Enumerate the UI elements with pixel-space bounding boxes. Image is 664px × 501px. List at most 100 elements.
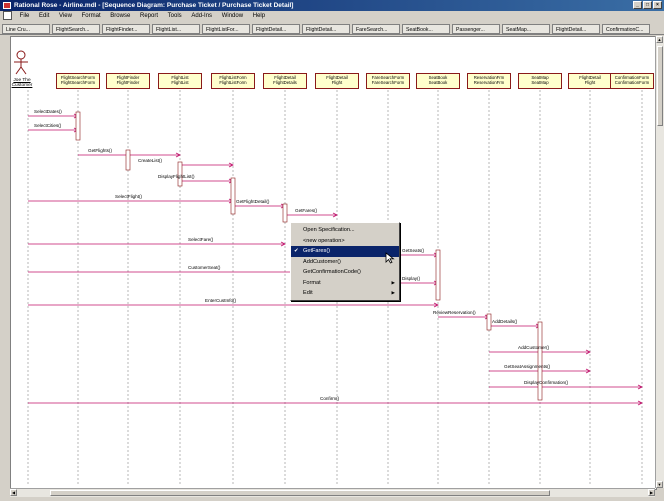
message-label[interactable]: ReviewReservation() xyxy=(433,310,476,315)
message-label[interactable]: GetFlightDetail() xyxy=(236,199,269,204)
object-box[interactable]: SeatBook SeatBook xyxy=(416,73,460,89)
diagram-tab[interactable]: FlightDetail... xyxy=(302,24,350,34)
diagram-tab[interactable]: Line Cru... xyxy=(2,24,50,34)
menu-help[interactable]: Help xyxy=(249,11,269,22)
object-type: SeatMap xyxy=(531,80,549,85)
diagram-tab[interactable]: SeatBook... xyxy=(402,24,450,34)
menu-item-format[interactable]: Format ▶ xyxy=(291,278,399,289)
message-label[interactable]: AddCustomer() xyxy=(518,345,549,350)
object-type: FlightSearchForm xyxy=(60,80,96,85)
horizontal-scroll-thumb[interactable] xyxy=(50,490,550,496)
close-button[interactable]: × xyxy=(653,1,662,9)
message-label[interactable]: SelectDates() xyxy=(34,109,62,114)
object-box[interactable]: FlightSearchForm FlightSearchForm xyxy=(56,73,100,89)
menu-report[interactable]: Report xyxy=(136,11,162,22)
object-type: FlightList xyxy=(171,80,189,85)
diagram-tab[interactable]: FlightListFor... xyxy=(202,24,250,34)
object-type: FlightFinder xyxy=(116,80,140,85)
menu-bar: File Edit View Format Browse Report Tool… xyxy=(0,11,664,22)
object-type: ConfirmationForm xyxy=(614,80,650,85)
diagram-tab[interactable]: FlightDetail... xyxy=(252,24,300,34)
message-label[interactable]: DisplayFlightList() xyxy=(158,174,195,179)
message-label[interactable]: DisplayConfirmation() xyxy=(524,380,568,385)
menu-item-getconfirmationcode[interactable]: GetConfirmationCode() xyxy=(291,267,399,278)
message-label[interactable]: SelectFlight() xyxy=(115,194,142,199)
scroll-left-arrow-icon[interactable]: ◀ xyxy=(10,489,17,496)
document-icon[interactable] xyxy=(3,11,12,20)
object-type: SeatBook xyxy=(428,80,448,85)
object-type: ReservationFrm xyxy=(473,80,505,85)
maximize-button[interactable]: □ xyxy=(643,1,652,9)
diagram-tab[interactable]: SeatMap... xyxy=(502,24,550,34)
message-label[interactable]: Display() xyxy=(402,276,420,281)
menu-item-new-operation[interactable]: <new operation> xyxy=(291,236,399,247)
vertical-scrollbar[interactable]: ▲ ▼ xyxy=(655,36,664,488)
message-label[interactable]: GetSeatAssignments() xyxy=(504,364,550,369)
minimize-button[interactable]: _ xyxy=(633,1,642,9)
message-label[interactable]: CustomerSeat() xyxy=(188,265,220,270)
message-label[interactable]: AddDetails() xyxy=(492,319,517,324)
message-label[interactable]: GetSeats() xyxy=(402,248,424,253)
menu-format[interactable]: Format xyxy=(78,11,105,22)
actor-icon[interactable] xyxy=(10,50,32,76)
scroll-down-arrow-icon[interactable]: ▼ xyxy=(656,481,663,488)
menu-item-label: AddCustomer() xyxy=(303,258,341,265)
object-type: Flight xyxy=(331,80,343,85)
menu-item-edit[interactable]: Edit ▶ xyxy=(291,288,399,299)
diagram-tab[interactable]: FlightSearch... xyxy=(52,24,100,34)
menu-add-ins[interactable]: Add-Ins xyxy=(187,11,216,22)
menu-window[interactable]: Window xyxy=(218,11,247,22)
object-box[interactable]: ConfirmationForm ConfirmationForm xyxy=(610,73,654,89)
menu-view[interactable]: View xyxy=(55,11,76,22)
message-label[interactable]: CreateList() xyxy=(138,158,162,163)
diagram-tab[interactable]: FareSearch... xyxy=(352,24,400,34)
object-box[interactable]: FareSearchForm FareSearchForm xyxy=(366,73,410,89)
scroll-right-arrow-icon[interactable]: ▶ xyxy=(648,489,655,496)
vertical-scroll-thumb[interactable] xyxy=(657,46,663,126)
object-box[interactable]: ReservationFrm ReservationFrm xyxy=(467,73,511,89)
context-menu: Open Specification... <new operation> ✔ … xyxy=(290,222,400,301)
object-type: FlightListForm xyxy=(219,80,247,85)
menu-item-label: GetFares() xyxy=(303,248,331,254)
menu-item-label: Open Specification... xyxy=(303,227,355,233)
diagram-tab[interactable]: FlightFinder... xyxy=(102,24,150,34)
check-mark-icon: ✔ xyxy=(294,248,299,254)
object-box[interactable]: FlightFinder FlightFinder xyxy=(106,73,150,89)
mouse-cursor-icon xyxy=(385,252,395,264)
message-label[interactable]: SelectCities() xyxy=(34,123,61,128)
message-label[interactable]: SelectFare() xyxy=(188,237,213,242)
menu-item-getfares[interactable]: ✔ GetFares() xyxy=(291,246,399,257)
object-box[interactable]: SeatMap SeatMap xyxy=(518,73,562,89)
object-type: Flight xyxy=(584,80,596,85)
diagram-tab[interactable]: ConfirmationC... xyxy=(602,24,650,34)
object-box[interactable]: FlightDetail FlightDetails xyxy=(263,73,307,89)
message-label[interactable]: Confirm() xyxy=(320,396,339,401)
object-box[interactable]: FlightListForm FlightListForm xyxy=(211,73,255,89)
object-box[interactable]: FlightDetail Flight xyxy=(315,73,359,89)
menu-tools[interactable]: Tools xyxy=(164,11,186,22)
horizontal-scrollbar[interactable]: ◀ ▶ xyxy=(10,488,655,497)
diagram-tab[interactable]: Passenger... xyxy=(452,24,500,34)
scroll-up-arrow-icon[interactable]: ▲ xyxy=(656,36,663,43)
message-label[interactable]: GetFlights() xyxy=(88,148,112,153)
menu-browse[interactable]: Browse xyxy=(106,11,134,22)
diagram-tab[interactable]: FlightDetail... xyxy=(552,24,600,34)
window-title: Rational Rose - Airline.mdl - [Sequence … xyxy=(14,2,294,9)
menu-item-label: Edit xyxy=(303,290,313,296)
submenu-arrow-icon: ▶ xyxy=(391,290,395,295)
menu-edit[interactable]: Edit xyxy=(35,11,53,22)
message-label[interactable]: GetFares() xyxy=(295,208,317,213)
diagram-tab-bar: Line Cru... FlightSearch... FlightFinder… xyxy=(0,22,664,35)
object-type: FlightDetails xyxy=(273,80,297,85)
menu-item-addcustomer[interactable]: AddCustomer() xyxy=(291,257,399,268)
object-box[interactable]: FlightList FlightList xyxy=(158,73,202,89)
submenu-arrow-icon: ▶ xyxy=(391,279,395,285)
menu-file[interactable]: File xyxy=(16,11,34,22)
title-bar: Rational Rose - Airline.mdl - [Sequence … xyxy=(0,0,664,11)
object-type: FareSearchForm xyxy=(371,80,405,85)
status-bar xyxy=(0,497,664,501)
menu-item-open-specification[interactable]: Open Specification... xyxy=(291,225,399,236)
message-label[interactable]: EnterCustInfo() xyxy=(205,298,236,303)
object-box[interactable]: FlightDetail Flight xyxy=(568,73,612,89)
diagram-tab[interactable]: FlightList... xyxy=(152,24,200,34)
